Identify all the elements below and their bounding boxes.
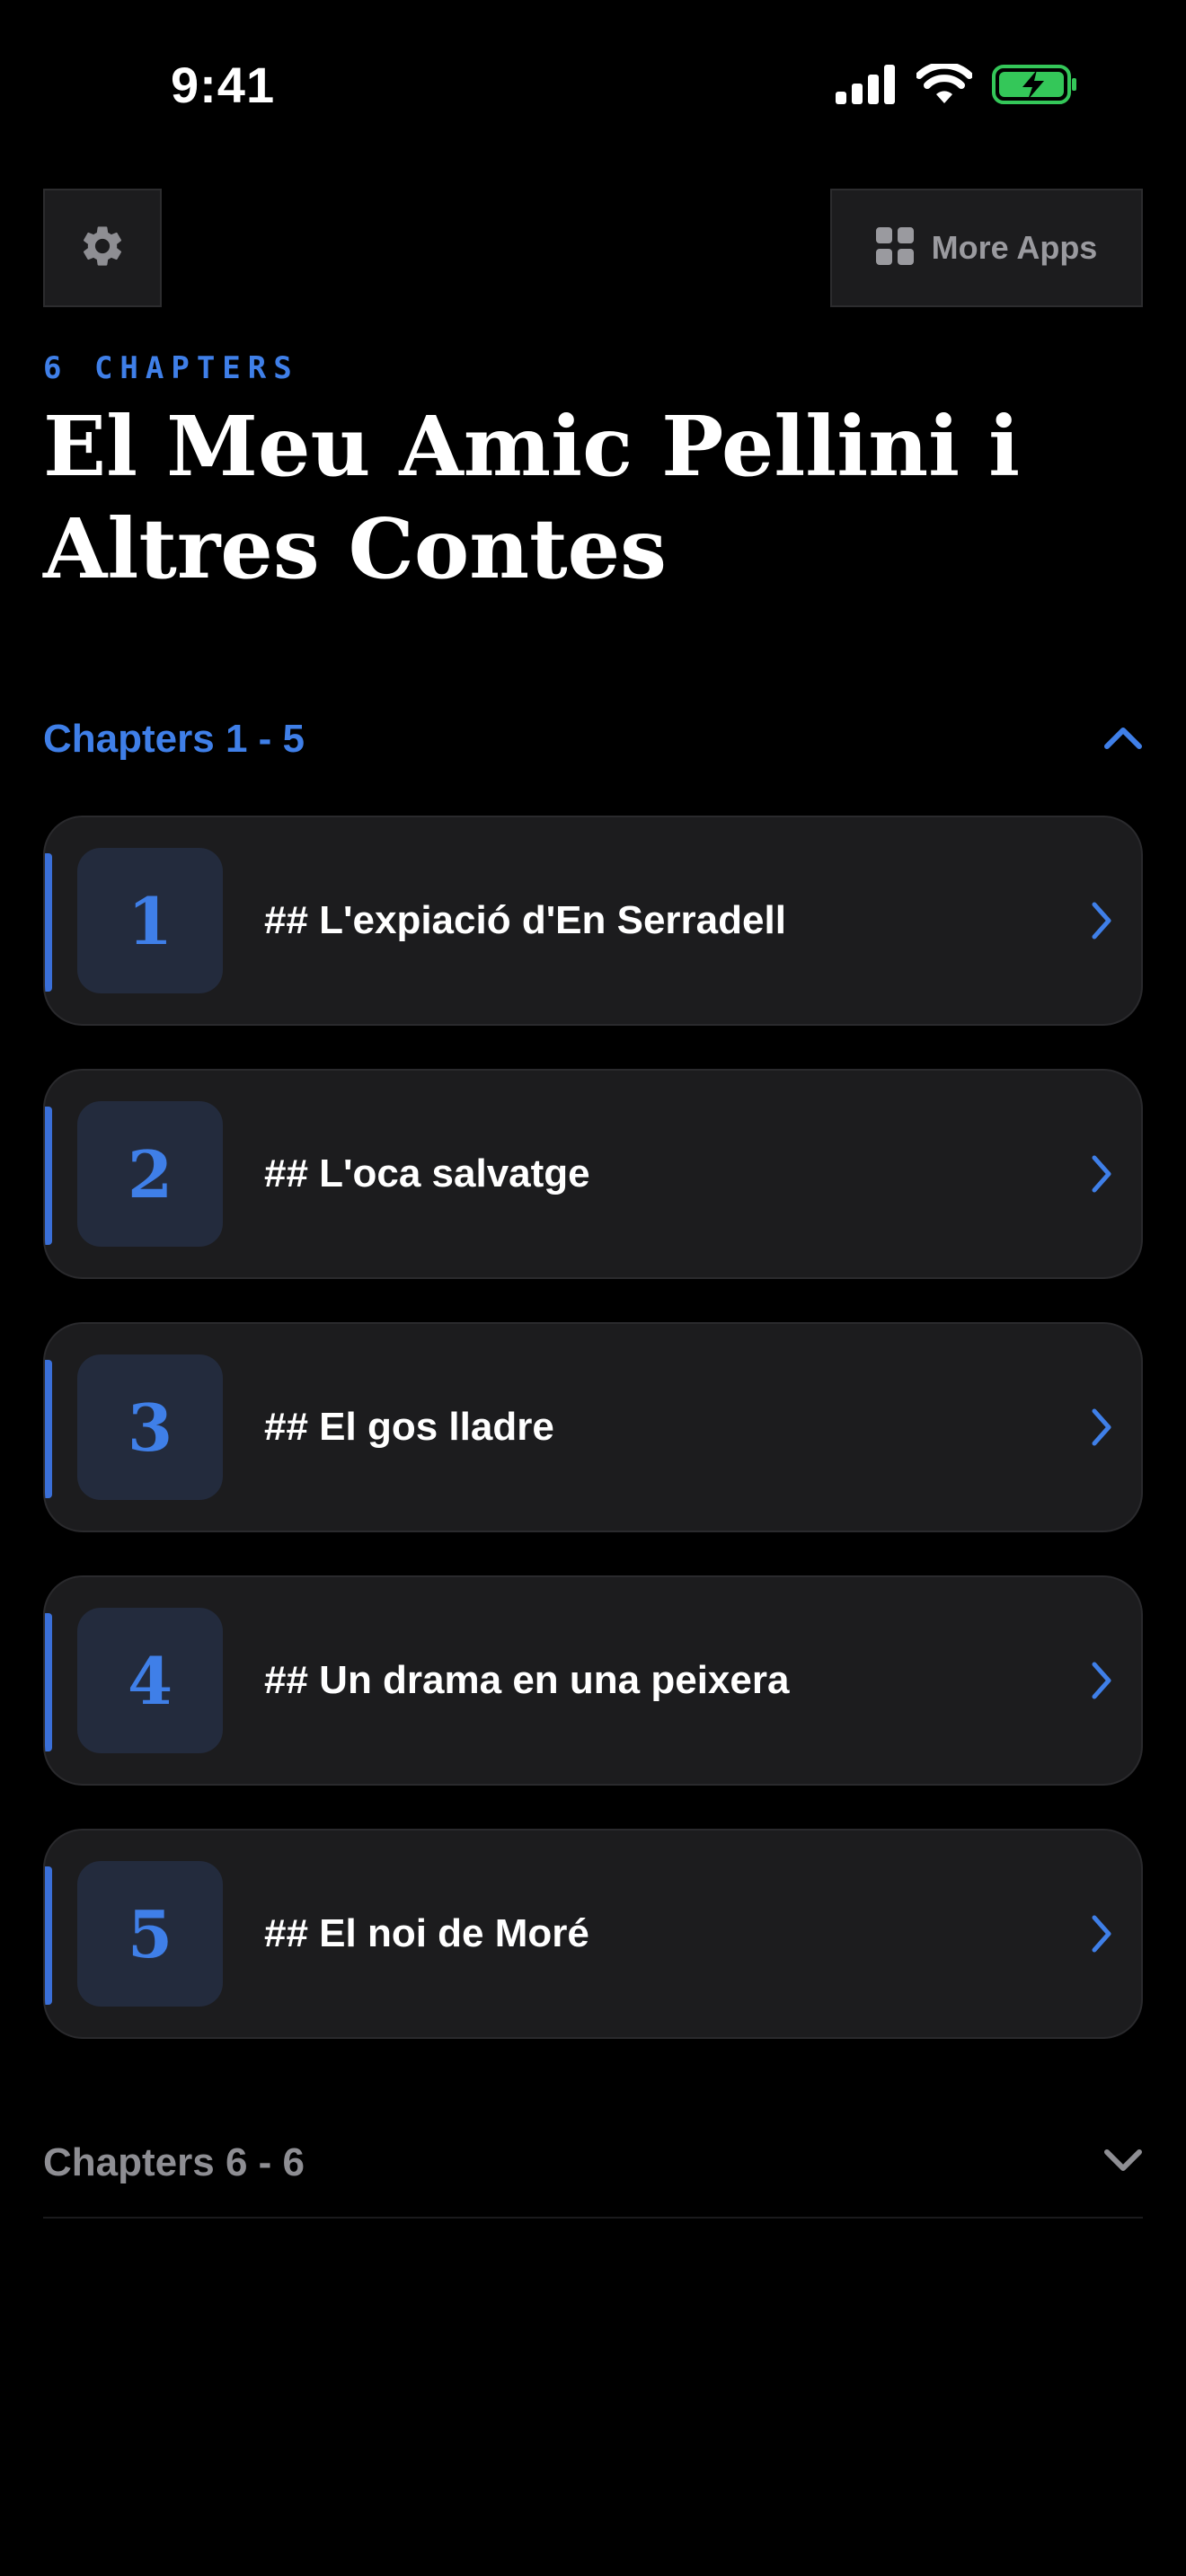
chevron-down-icon bbox=[1103, 2148, 1143, 2178]
accent-bar bbox=[45, 1866, 52, 2005]
accent-bar bbox=[45, 1107, 52, 1245]
chevron-right-icon bbox=[1089, 900, 1114, 946]
chapter-count: 6 CHAPTERS bbox=[43, 350, 299, 386]
accent-bar bbox=[45, 853, 52, 992]
chapter-number: 4 bbox=[127, 1642, 173, 1719]
chapter-number-badge: 3 bbox=[77, 1354, 223, 1500]
section-label: Chapters 1 - 5 bbox=[43, 717, 305, 761]
grid-icon bbox=[875, 226, 914, 269]
cellular-signal-icon bbox=[836, 65, 897, 109]
chapter-number: 1 bbox=[127, 882, 173, 959]
gear-icon bbox=[78, 222, 127, 275]
settings-button[interactable] bbox=[43, 189, 162, 307]
more-apps-button[interactable]: More Apps bbox=[830, 189, 1143, 307]
chapter-number-badge: 2 bbox=[77, 1101, 223, 1247]
chevron-right-icon bbox=[1089, 1153, 1114, 1199]
chapter-title: ## L'oca salvatge bbox=[264, 1151, 590, 1195]
battery-charging-icon bbox=[992, 63, 1078, 110]
chapter-list: 1 ## L'expiació d'En Serradell 2 ## L'oc… bbox=[43, 816, 1143, 2082]
chapter-number: 3 bbox=[127, 1389, 173, 1466]
chevron-right-icon bbox=[1089, 1913, 1114, 1959]
chapter-number: 2 bbox=[127, 1135, 173, 1213]
chevron-right-icon bbox=[1089, 1660, 1114, 1706]
chapter-title: ## L'expiació d'En Serradell bbox=[264, 898, 786, 942]
accent-bar bbox=[45, 1613, 52, 1751]
chapter-number-badge: 4 bbox=[77, 1608, 223, 1753]
chapter-number: 5 bbox=[127, 1895, 173, 1972]
status-icons bbox=[836, 61, 1078, 110]
wifi-icon bbox=[916, 61, 973, 110]
status-bar: 9:41 bbox=[0, 0, 1186, 171]
more-apps-label: More Apps bbox=[931, 229, 1098, 266]
chapter-number-badge: 5 bbox=[77, 1861, 223, 2007]
accent-bar bbox=[45, 1360, 52, 1498]
section-label: Chapters 6 - 6 bbox=[43, 2140, 305, 2184]
book-title: El Meu Amic Pellini i Altres Contes bbox=[43, 398, 1021, 597]
chapter-title: ## El gos lladre bbox=[264, 1405, 554, 1449]
chapter-card-2[interactable]: 2 ## L'oca salvatge bbox=[43, 1069, 1143, 1279]
chapter-card-4[interactable]: 4 ## Un drama en una peixera bbox=[43, 1575, 1143, 1786]
status-time: 9:41 bbox=[171, 57, 276, 113]
chapter-title: ## El noi de Moré bbox=[264, 1911, 589, 1955]
chapter-card-5[interactable]: 5 ## El noi de Moré bbox=[43, 1829, 1143, 2039]
section-header-chapters-6-6[interactable]: Chapters 6 - 6 bbox=[43, 2109, 1143, 2219]
chapter-number-badge: 1 bbox=[77, 848, 223, 993]
chapter-card-3[interactable]: 3 ## El gos lladre bbox=[43, 1322, 1143, 1532]
chapter-card-1[interactable]: 1 ## L'expiació d'En Serradell bbox=[43, 816, 1143, 1026]
section-header-chapters-1-5[interactable]: Chapters 1 - 5 bbox=[43, 699, 1143, 780]
chevron-up-icon bbox=[1103, 725, 1143, 754]
chevron-right-icon bbox=[1089, 1407, 1114, 1452]
chapter-title: ## Un drama en una peixera bbox=[264, 1658, 790, 1702]
